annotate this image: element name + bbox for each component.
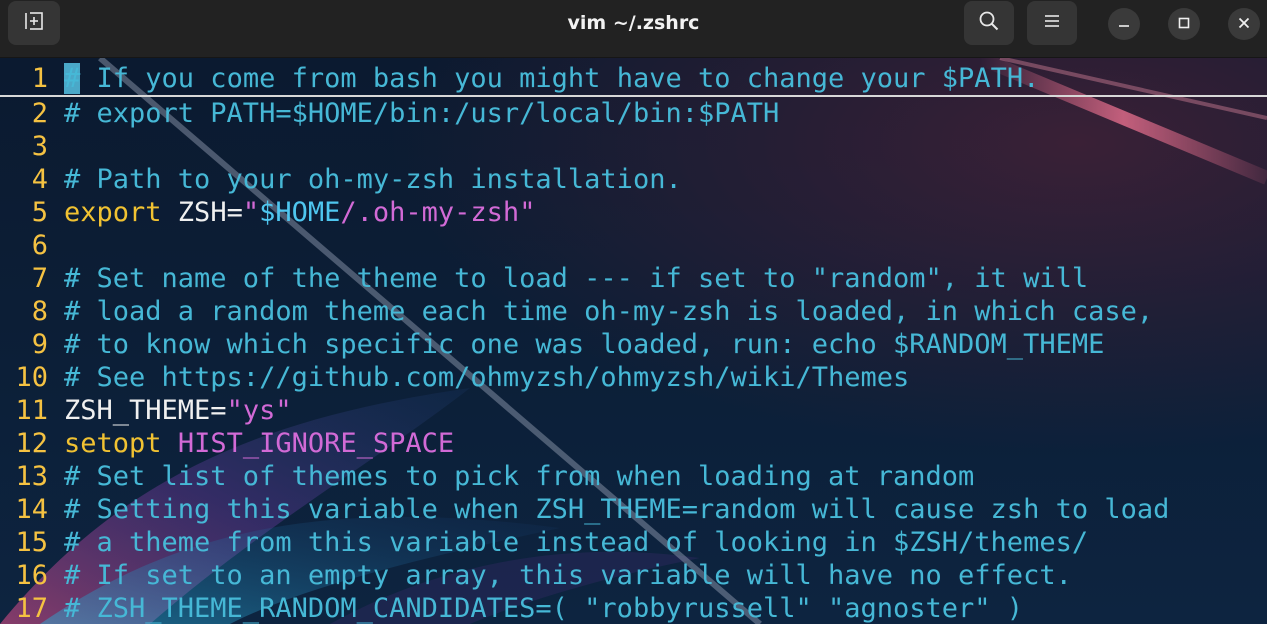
option-name: HIST_IGNORE_SPACE xyxy=(177,428,455,459)
code-line[interactable]: 3 xyxy=(0,130,1267,163)
line-number: 15 xyxy=(15,527,48,558)
line-number: 11 xyxy=(15,395,48,426)
line-number: 2 xyxy=(31,98,48,129)
minimize-icon xyxy=(1117,15,1131,34)
line-number: 13 xyxy=(15,461,48,492)
line-number: 3 xyxy=(31,131,48,162)
line-number: 16 xyxy=(15,560,48,591)
code-text: # ZSH_THEME_RANDOM_CANDIDATES=( "robbyru… xyxy=(64,593,1024,624)
code-text: # load a random theme each time oh-my-zs… xyxy=(64,296,1154,327)
string-quote: " xyxy=(242,197,260,228)
line-number: 7 xyxy=(31,263,48,294)
code-text: # export PATH=$HOME/bin:/usr/local/bin:$… xyxy=(64,98,780,129)
vim-editor[interactable]: 1 # If you come from bash you might have … xyxy=(0,58,1267,624)
code-line[interactable]: 6 xyxy=(0,229,1267,262)
maximize-icon xyxy=(1177,15,1191,34)
code-line[interactable]: 14 # Setting this variable when ZSH_THEME… xyxy=(0,493,1267,526)
code-line[interactable]: 2 # export PATH=$HOME/bin:/usr/local/bin:… xyxy=(0,97,1267,130)
code-text: # Set name of the theme to load --- if s… xyxy=(64,263,1089,294)
code-line[interactable]: 16 # If set to an empty array, this varia… xyxy=(0,559,1267,592)
string: "ys" xyxy=(226,395,292,426)
keyword: export xyxy=(64,197,162,228)
line-number: 9 xyxy=(31,329,48,360)
code-text: ZSH= xyxy=(161,197,243,228)
close-icon xyxy=(1237,15,1251,34)
code-text: # Setting this variable when ZSH_THEME=r… xyxy=(64,494,1170,525)
line-number: 12 xyxy=(15,428,48,459)
line-number: 10 xyxy=(15,362,48,393)
line-number: 6 xyxy=(31,230,48,261)
search-icon xyxy=(978,10,1000,36)
code-line[interactable]: 10 # See https://github.com/ohmyzsh/ohmyz… xyxy=(0,361,1267,394)
code-line[interactable]: 8 # load a random theme each time oh-my-z… xyxy=(0,295,1267,328)
minimize-button[interactable] xyxy=(1108,8,1140,40)
code-text: # If set to an empty array, this variabl… xyxy=(64,560,1072,591)
code-line[interactable]: 11 ZSH_THEME="ys" xyxy=(0,394,1267,427)
variable: $HOME xyxy=(259,197,341,228)
code-text: ZSH_THEME= xyxy=(64,395,227,426)
code-line[interactable]: 15 # a theme from this variable instead o… xyxy=(0,526,1267,559)
code-line[interactable]: 13 # Set list of themes to pick from when… xyxy=(0,460,1267,493)
code-line[interactable]: 5 export ZSH="$HOME/.oh-my-zsh" xyxy=(0,196,1267,229)
line-number: 17 xyxy=(15,593,48,624)
line-number: 5 xyxy=(31,197,48,228)
string-quote: " xyxy=(519,197,536,228)
code-text: # a theme from this variable instead of … xyxy=(64,527,1089,558)
hamburger-menu-icon xyxy=(1043,13,1061,33)
code-line[interactable]: 4 # Path to your oh-my-zsh installation. xyxy=(0,163,1267,196)
code-line[interactable]: 17 # ZSH_THEME_RANDOM_CANDIDATES=( "robby… xyxy=(0,592,1267,624)
line-number: 14 xyxy=(15,494,48,525)
menu-button[interactable] xyxy=(1027,1,1077,45)
title-bar: vim ~/.zshrc xyxy=(0,0,1267,58)
string: /.oh-my-zsh xyxy=(340,197,520,228)
code-text: # See https://github.com/ohmyzsh/ohmyzsh… xyxy=(64,362,910,393)
line-number: 1 xyxy=(31,63,48,94)
code-line[interactable]: 7 # Set name of the theme to load --- if … xyxy=(0,262,1267,295)
terminal-window: vim ~/.zshrc 1 # If you come from bash y… xyxy=(0,0,1267,624)
code-text: If you come from bash you might have to … xyxy=(80,63,1040,94)
maximize-button[interactable] xyxy=(1168,8,1200,40)
code-line[interactable]: 12 setopt HIST_IGNORE_SPACE xyxy=(0,427,1267,460)
code-buffer[interactable]: 1 # If you come from bash you might have … xyxy=(0,62,1267,624)
search-button[interactable] xyxy=(964,1,1014,45)
new-tab-icon xyxy=(23,10,45,36)
close-button[interactable] xyxy=(1228,8,1260,40)
code-line[interactable]: 1 # If you come from bash you might have … xyxy=(0,62,1267,97)
line-number: 4 xyxy=(31,164,48,195)
cursor: # xyxy=(64,63,81,94)
code-text: # Path to your oh-my-zsh installation. xyxy=(64,164,682,195)
code-text: # to know which specific one was loaded,… xyxy=(64,329,1105,360)
keyword: setopt xyxy=(64,428,162,459)
code-line[interactable]: 9 # to know which specific one was loaded… xyxy=(0,328,1267,361)
line-number: 8 xyxy=(31,296,48,327)
code-text: # Set list of themes to pick from when l… xyxy=(64,461,975,492)
new-tab-button[interactable] xyxy=(8,1,60,45)
